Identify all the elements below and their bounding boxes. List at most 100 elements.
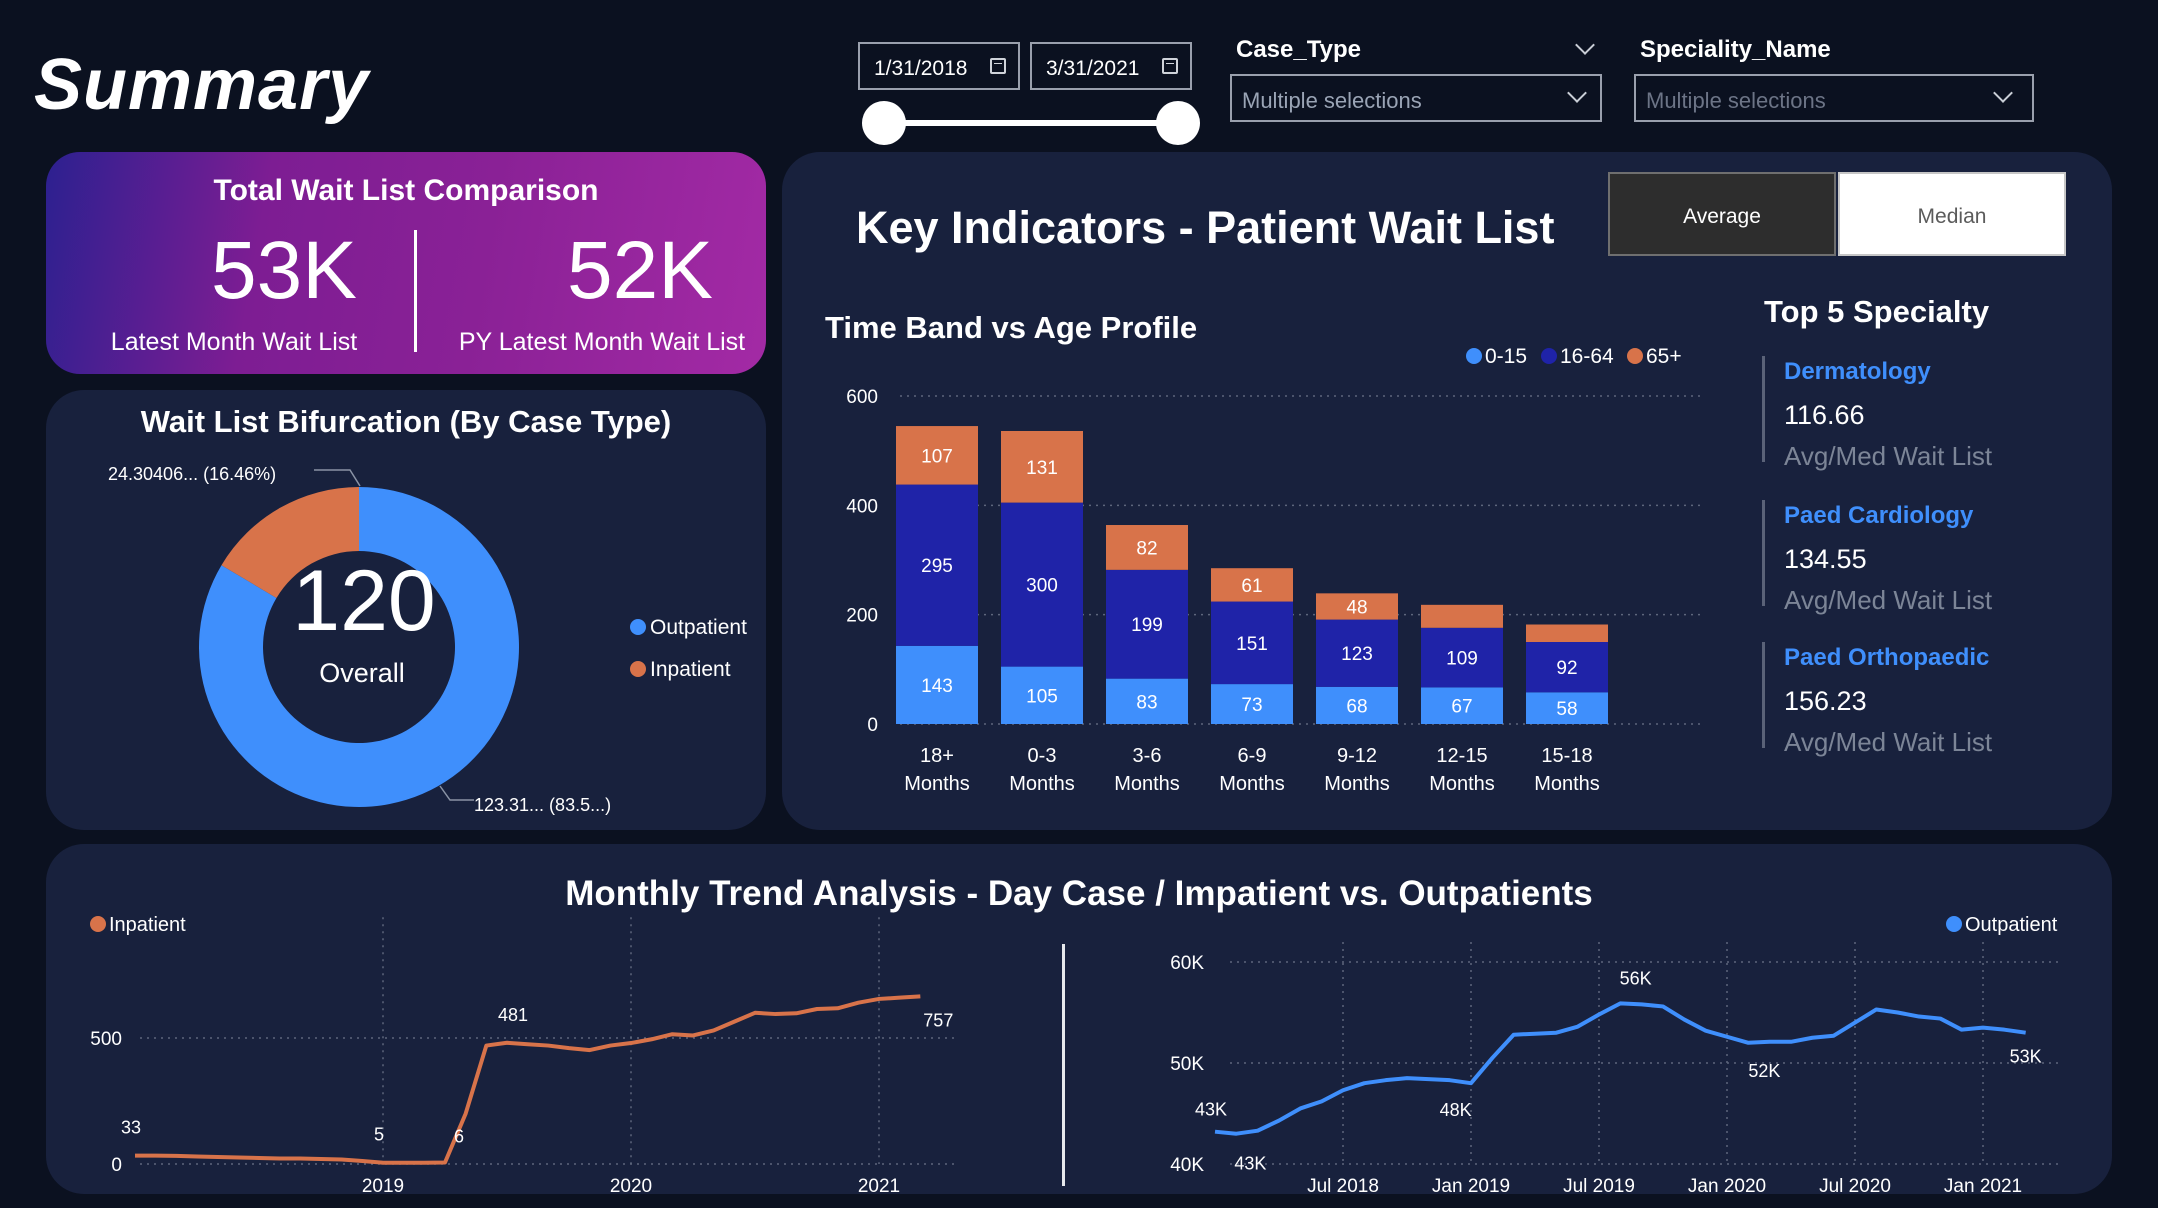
specialty-item[interactable]: Dermatology 116.66 Avg/Med Wait List [1762, 356, 2052, 471]
legend-dot [90, 916, 106, 932]
end-date-input[interactable]: 3/31/2021 [1030, 42, 1192, 90]
bar-value-label: 105 [1026, 686, 1058, 707]
bifurcation-title: Wait List Bifurcation (By Case Type) [140, 404, 672, 439]
bar-value-label: 295 [921, 556, 953, 577]
series-line-outpatient [1214, 1001, 2026, 1136]
speciality-value: Multiple selections [1646, 88, 1826, 113]
bar-segment-65+ [1421, 604, 1503, 628]
specialty-item[interactable]: Paed Cardiology 134.55 Avg/Med Wait List [1762, 500, 2052, 615]
legend-dot [630, 619, 646, 635]
x-tick-label: 2019 [362, 1176, 404, 1197]
kpi-card: Total Wait List Comparison 53K Latest Mo… [46, 152, 766, 374]
latest-month-value: 53K [211, 225, 357, 316]
point-label: 33 [121, 1118, 141, 1138]
specialty-label: Avg/Med Wait List [1784, 585, 1993, 615]
date-slider-start-handle[interactable] [862, 101, 906, 145]
legend-dot [1466, 348, 1482, 364]
point-label: 6 [454, 1126, 464, 1146]
bar-value-label: 199 [1131, 615, 1163, 636]
inpatient-trend-marks: 0 500 2019 2020 2021 33 5 6 481 757 Inpatient [90, 914, 955, 1197]
chevron-down-icon[interactable] [1567, 83, 1587, 103]
bar-value-label: 151 [1236, 634, 1268, 655]
x-tick-label: Months [904, 773, 970, 795]
start-date-value: 1/31/2018 [874, 57, 968, 80]
y-tick-label: 500 [90, 1029, 122, 1050]
legend-inpatient[interactable]: Inpatient [630, 658, 731, 682]
x-tick-label: Months [1219, 773, 1285, 795]
y-tick-label: 0 [867, 715, 878, 736]
inpatient-leader-line [314, 469, 361, 487]
case-type-dropdown[interactable]: Multiple selections [1230, 74, 1602, 122]
outpatient-trend-marks: 40K 50K 60K Jul 2018 Jan 2019 Jul 2019 Jan 202… [1170, 914, 2060, 1197]
outpatient-data-label: 123.31... (83.5...) [474, 795, 611, 815]
case-type-value: Multiple selections [1242, 88, 1422, 113]
y-tick-label: 60K [1170, 953, 1204, 974]
legend-label: 16-64 [1560, 345, 1614, 368]
donut-center-label: Overall [319, 658, 405, 688]
end-date-value: 3/31/2021 [1046, 57, 1140, 80]
outpatient-trend-chart: 40K 50K 60K Jul 2018 Jan 2019 Jul 2019 Jan 202… [1170, 914, 2060, 1197]
chevron-down-icon[interactable] [1993, 83, 2013, 103]
py-latest-month-label: PY Latest Month Wait List [458, 328, 746, 356]
speciality-dropdown[interactable]: Multiple selections [1634, 74, 2034, 122]
legend-label: 0-15 [1485, 345, 1527, 368]
bar-value-label: 61 [1241, 576, 1262, 597]
x-tick-label: 0-3 [1028, 745, 1057, 767]
x-tick-label: Jan 2019 [1432, 1176, 1510, 1197]
bar-value-label: 68 [1346, 696, 1367, 717]
point-label: 43K [1234, 1154, 1266, 1174]
x-tick-label: 6-9 [1238, 745, 1267, 767]
specialty-name: Dermatology [1784, 358, 1931, 385]
x-tick-label: Jan 2021 [1944, 1176, 2022, 1197]
y-tick-label: 400 [846, 496, 878, 517]
bar-value-label: 300 [1026, 576, 1058, 597]
calendar-icon[interactable] [990, 58, 1006, 74]
speciality-label: Speciality_Name [1640, 36, 1831, 63]
average-toggle-button[interactable]: Average [1608, 172, 1836, 256]
specialty-name: Paed Cardiology [1784, 502, 1974, 529]
specialty-value: 116.66 [1784, 400, 1865, 430]
point-label: 48K [1440, 1100, 1472, 1120]
x-tick-label: Jul 2018 [1307, 1176, 1379, 1197]
x-tick-label: 2021 [858, 1176, 900, 1197]
date-slider-end-handle[interactable] [1156, 101, 1200, 145]
x-tick-label: Jul 2019 [1563, 1176, 1635, 1197]
specialty-item[interactable]: Paed Orthopaedic 156.23 Avg/Med Wait Lis… [1762, 642, 2052, 757]
specialty-label: Avg/Med Wait List [1784, 441, 1993, 471]
date-slider-track[interactable] [882, 120, 1178, 126]
donut-center-value: 120 [292, 553, 436, 649]
bar-value-label: 143 [921, 676, 953, 697]
legend-dot [630, 661, 646, 677]
x-tick-label: Months [1009, 773, 1075, 795]
kpi-divider [414, 230, 417, 352]
y-tick-label: 600 [846, 387, 878, 408]
bar-value-label: 131 [1026, 458, 1058, 479]
specialty-name: Paed Orthopaedic [1784, 644, 1990, 671]
x-tick-label: 9-12 [1337, 745, 1377, 767]
chevron-down-icon[interactable] [1575, 35, 1595, 55]
x-tick-label: Months [1324, 773, 1390, 795]
time-band-bar-chart: 0 200 400 600 143 295 107 18+ Months 105 300 131 0-… [846, 345, 1700, 795]
inpatient-trend-chart: 0 500 2019 2020 2021 33 5 6 481 757 Inpatient [90, 914, 955, 1197]
calendar-icon[interactable] [1162, 58, 1178, 74]
start-date-input[interactable]: 1/31/2018 [858, 42, 1020, 90]
median-toggle-button[interactable]: Median [1838, 172, 2066, 256]
x-tick-label: Months [1429, 773, 1495, 795]
bar-value-label: 109 [1446, 649, 1478, 670]
legend-dot [1541, 348, 1557, 364]
legend-label: Inpatient [109, 914, 186, 936]
x-tick-label: 18+ [920, 745, 954, 767]
bar-value-label: 67 [1451, 697, 1472, 718]
legend-outpatient[interactable]: Outpatient [630, 616, 747, 640]
y-tick-label: 50K [1170, 1054, 1204, 1075]
bar-value-label: 82 [1136, 538, 1157, 559]
point-label: 757 [923, 1010, 953, 1030]
bar-value-label: 107 [921, 446, 953, 467]
y-tick-label: 200 [846, 606, 878, 627]
bar-value-label: 58 [1556, 699, 1577, 720]
legend-dot [1627, 348, 1643, 364]
bar-value-label: 83 [1136, 692, 1157, 713]
legend-label: Outpatient [1965, 914, 2058, 936]
x-tick-label: 2020 [610, 1176, 652, 1197]
x-tick-label: Jul 2020 [1819, 1176, 1891, 1197]
